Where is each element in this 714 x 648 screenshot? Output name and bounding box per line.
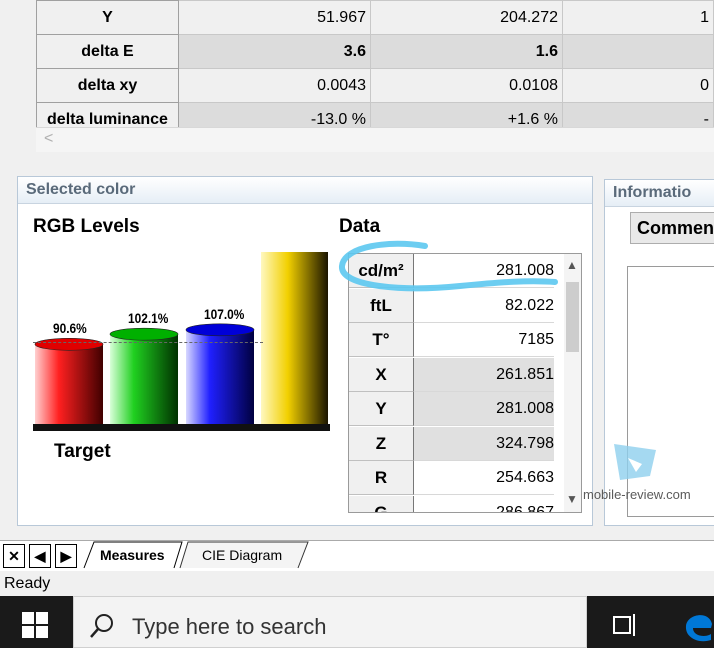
data-key: Z [349,426,414,461]
level-bar [35,344,103,424]
data-row[interactable]: Z 324.798 [349,426,565,461]
table-cell: 204.272 [370,0,563,35]
level-bar-cap [34,337,104,351]
measurement-table: Y 51.967 204.272 1 delta E 3.6 1.6 delta xy 0.00… [36,0,714,137]
selected-color-title: Selected color [18,177,592,204]
row-header: delta E [36,34,179,69]
level-label: 107.0% [204,305,245,322]
target-label: Target [54,441,111,462]
level-bar-cap [109,327,179,341]
next-tab-button[interactable]: ▶ [55,544,77,568]
data-key: T° [349,323,414,357]
data-row[interactable]: R 254.663 [349,461,565,495]
windows-start-icon[interactable] [22,612,50,640]
row-header: delta xy [36,68,179,103]
level-label: 102.1% [128,310,169,327]
data-key: X [349,357,414,392]
comment-button[interactable]: Commen [630,212,714,244]
watermark-logo [614,444,656,480]
data-key: R [349,461,414,495]
level-bar-cap [185,323,255,337]
target-reference-line [33,342,263,343]
data-row[interactable]: Y 281.008 [349,392,565,426]
search-icon [90,614,113,638]
level-bar [110,334,178,424]
tab-cie-diagram[interactable]: CIE Diagram [202,542,282,568]
data-row[interactable]: X 261.851 [349,357,565,392]
level-bar [186,329,254,424]
data-title: Data [339,216,381,237]
edge-browser-icon[interactable] [683,608,714,644]
data-value: 281.008 [414,392,554,426]
information-title: Informatio [605,180,714,207]
row-header: Y [36,0,179,35]
horizontal-scrollbar[interactable]: < [36,127,714,152]
data-value: 261.851 [414,357,554,392]
table-cell: 0.0043 [178,68,371,103]
data-value: 286.867 [414,496,554,513]
status-bar: Ready [0,572,714,596]
table-cell: 0 [562,68,714,103]
rgb-levels-title: RGB Levels [33,216,140,237]
data-row[interactable]: G 286.867 [349,495,565,513]
table-row: delta E 3.6 1.6 [36,34,714,69]
table-cell: 1.6 [370,34,563,69]
target-swatch [261,252,328,424]
table-cell: 3.6 [178,34,371,69]
highlight-annotation [339,240,558,292]
data-value: 7185 [414,323,554,357]
level-label: 90.6% [53,320,87,337]
prev-tab-button[interactable]: ◀ [29,544,51,568]
search-placeholder: Type here to search [132,614,327,639]
data-row[interactable]: T° 7185 [349,323,565,357]
table-cell: 1 [562,0,714,35]
table-cell [562,34,714,69]
chevron-left-icon[interactable]: < [44,130,53,148]
chart-baseline [33,424,330,431]
close-tab-button[interactable]: ✕ [3,544,25,568]
data-key: Y [349,392,414,426]
table-row: delta xy 0.0043 0.0108 0 [36,68,714,103]
watermark-text: mobile-review.com [583,487,691,502]
table-cell: 51.967 [178,0,371,35]
table-row: Y 51.967 204.272 1 [36,0,714,35]
data-key: G [349,495,414,512]
chevron-down-icon[interactable]: ▼ [566,492,578,506]
table-cell: 0.0108 [370,68,563,103]
data-value: 254.663 [414,461,554,495]
tab-measures[interactable]: Measures [100,542,165,568]
task-view-icon[interactable] [610,610,640,640]
data-value: 324.798 [414,426,554,461]
